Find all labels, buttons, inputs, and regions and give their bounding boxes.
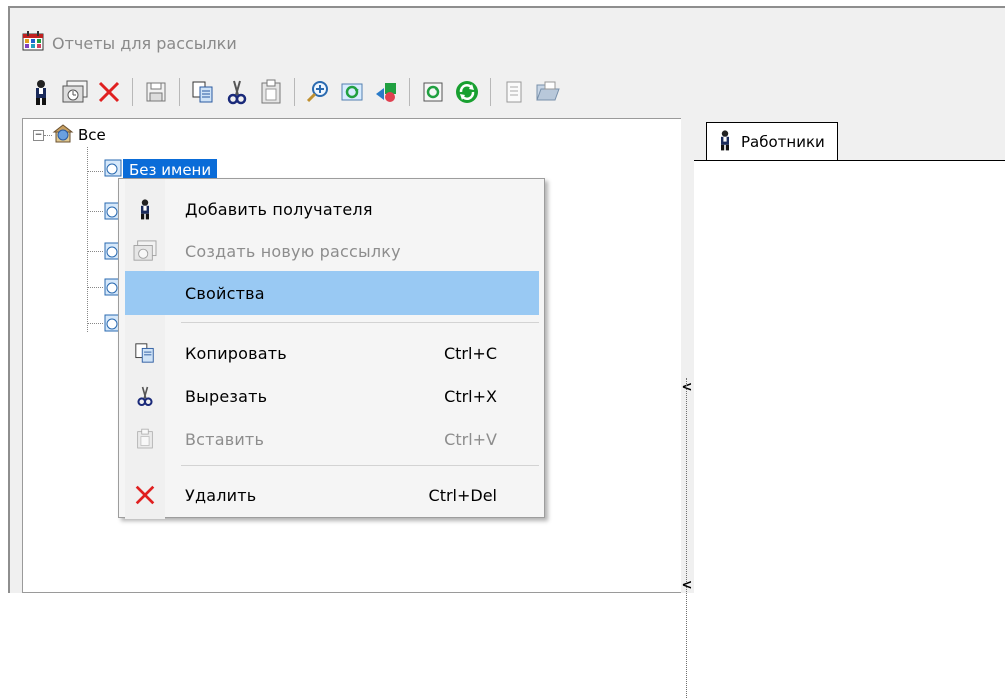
toolbar-separator — [179, 78, 180, 106]
app-calendar-icon — [22, 31, 44, 55]
right-panel: Работники — [694, 118, 1005, 593]
collapse-toggle[interactable]: − — [33, 129, 44, 141]
splitter-dotted-line — [686, 378, 687, 698]
menu-item-shortcut: Ctrl+C — [443, 343, 497, 363]
save-disk-icon[interactable] — [141, 77, 171, 107]
collapse-left-arrow[interactable]: < — [681, 578, 693, 593]
tree-connector — [87, 287, 103, 288]
menu-item-shortcut: Ctrl+Del — [428, 485, 497, 505]
toolbar-separator — [132, 78, 133, 106]
cut-scissors-icon[interactable] — [222, 77, 252, 107]
copy-icon[interactable] — [188, 77, 218, 107]
menu-item-label: Вырезать — [185, 386, 268, 406]
paste-clipboard-icon[interactable] — [256, 77, 286, 107]
toolbar-separator — [490, 78, 491, 106]
shapes-icon[interactable] — [371, 77, 401, 107]
toolbar — [26, 76, 567, 108]
user-add-icon — [125, 198, 165, 220]
zoom-plus-icon[interactable] — [303, 77, 333, 107]
menu-item-paste[interactable]: Вставить Ctrl+V — [125, 417, 539, 461]
menu-item-label: Создать новую рассылку — [185, 241, 401, 261]
user-add-icon[interactable] — [26, 77, 56, 107]
menu-item-properties[interactable]: Свойства — [125, 271, 539, 315]
tree-connector — [87, 251, 103, 252]
delete-x-icon — [125, 483, 165, 507]
folder-open-icon[interactable] — [533, 77, 563, 107]
menu-item-label: Вставить — [185, 429, 265, 449]
menu-item-new-mailing[interactable]: Создать новую рассылку — [125, 229, 539, 273]
menu-item-add-recipient[interactable]: Добавить получателя — [125, 187, 539, 231]
tab-strip: Работники — [694, 118, 1005, 161]
tree-connector — [87, 211, 103, 212]
menu-item-shortcut: Ctrl+X — [444, 386, 497, 406]
menu-separator — [181, 322, 539, 323]
toolbar-separator — [294, 78, 295, 106]
menu-separator — [181, 465, 539, 466]
panel-splitter[interactable]: < < — [681, 118, 693, 698]
copy-icon — [125, 342, 165, 364]
tab-label: Работники — [741, 132, 825, 151]
new-mailing-icon[interactable] — [60, 77, 90, 107]
window-title: Отчеты для рассылки — [52, 33, 237, 53]
cut-scissors-icon — [125, 384, 165, 408]
menu-item-shortcut: Ctrl+V — [444, 429, 497, 449]
user-icon — [717, 129, 733, 155]
menu-item-label: Свойства — [185, 283, 265, 303]
menu-item-label: Копировать — [185, 343, 287, 363]
delete-x-icon[interactable] — [94, 77, 124, 107]
tree-connector — [87, 171, 103, 172]
tree-connector — [87, 147, 88, 332]
toolbar-separator — [409, 78, 410, 106]
collapse-left-arrow[interactable]: < — [681, 380, 693, 395]
menu-item-copy[interactable]: Копировать Ctrl+C — [125, 331, 539, 375]
title-bar: Отчеты для рассылки — [22, 30, 237, 56]
document-icon[interactable] — [499, 77, 529, 107]
menu-item-label: Добавить получателя — [185, 199, 373, 219]
globe-folder-icon — [52, 123, 74, 147]
paste-clipboard-icon — [125, 428, 165, 450]
sync-green-icon[interactable] — [452, 77, 482, 107]
refresh-window-icon[interactable] — [337, 77, 367, 107]
reload-icon[interactable] — [418, 77, 448, 107]
new-mailing-icon — [125, 240, 165, 262]
tree-root[interactable]: − Все — [33, 124, 106, 146]
tree-connector — [44, 135, 52, 136]
menu-item-label: Удалить — [185, 485, 257, 505]
menu-item-delete[interactable]: Удалить Ctrl+Del — [125, 473, 539, 517]
tree-root-label: Все — [78, 126, 106, 144]
menu-item-cut[interactable]: Вырезать Ctrl+X — [125, 374, 539, 418]
context-menu: Добавить получателя Создать новую рассыл… — [118, 178, 545, 519]
tree-connector — [87, 323, 103, 324]
tab-workers[interactable]: Работники — [706, 122, 838, 160]
